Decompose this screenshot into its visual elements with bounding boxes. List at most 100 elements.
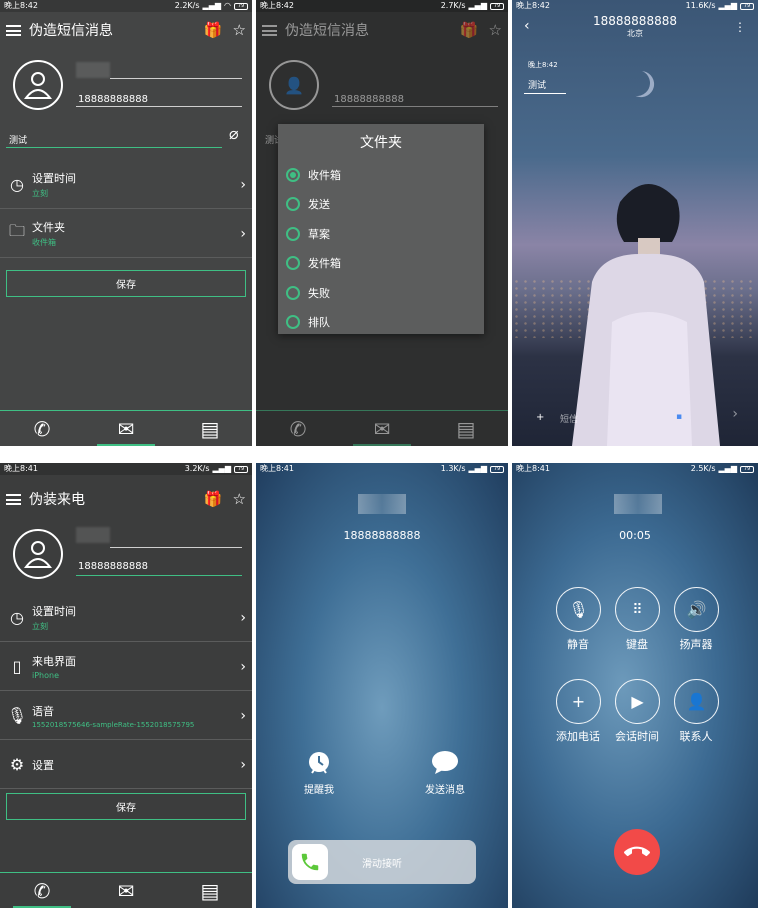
battery-icon: 79 [740, 2, 754, 10]
option-inbox[interactable]: 收件箱 [278, 160, 484, 190]
tab-phone: ✆ [256, 411, 340, 446]
option-outbox[interactable]: 发件箱 [278, 249, 484, 279]
phone-icon [301, 853, 319, 871]
option-label: 失败 [308, 286, 330, 300]
page-title: 伪装来电 [29, 492, 85, 508]
row-voice[interactable]: 🎙 语音 1552018575646-sampleRate-15520185757… [0, 692, 252, 740]
attachment-icon[interactable]: ⌀ [229, 124, 239, 143]
status-time: 晚上8:41 [516, 464, 550, 473]
status-bar: 晚上8:42 11.6K/s ▂▄▆ 79 [512, 0, 758, 12]
keypad-button[interactable]: ⠿ [615, 587, 660, 632]
option-queued[interactable]: 排队 [278, 308, 484, 338]
chevron-right-icon: › [240, 707, 246, 724]
sms-input[interactable]: 短信 [560, 412, 578, 425]
net-speed: 1.3K/s [440, 464, 466, 473]
row-set-time[interactable]: ◷ 设置时间 立刻 › [0, 161, 252, 209]
status-bar: 晚上8:42 2.2K/s ▂▄▆ ◠ 79 [0, 0, 252, 12]
sms-thread-screen: 晚上8:42 11.6K/s ▂▄▆ 79 ‹ ⋮ 18888888888 北京 晚… [512, 0, 758, 446]
send-icon[interactable]: › [732, 406, 738, 422]
contacts-button[interactable]: 👤 [674, 679, 719, 724]
dialog-title: 文件夹 [360, 135, 402, 151]
call-duration: 00:05 [619, 529, 651, 542]
alarm-clock-icon [309, 752, 329, 774]
menu-icon[interactable] [6, 493, 21, 505]
add-call-button[interactable]: + [556, 679, 601, 724]
save-button[interactable]: 保存 [6, 793, 246, 820]
save-button[interactable]: 保存 [6, 270, 246, 297]
row-call-ui[interactable]: ▯ 来电界面 iPhone › [0, 643, 252, 691]
name-field[interactable] [76, 527, 110, 543]
signal-icon: ▂▄▆ [468, 1, 487, 10]
row-set-time[interactable]: ◷ 设置时间 立刻 › [0, 594, 252, 642]
avatar[interactable] [13, 60, 63, 110]
star-icon[interactable]: ☆ [233, 21, 246, 39]
avatar[interactable] [13, 529, 63, 579]
page-title: 伪造短信消息 [285, 23, 369, 39]
caller-name-blurred [358, 494, 406, 514]
status-time: 晚上8:41 [260, 464, 294, 473]
tab-phone[interactable]: ✆ [0, 873, 84, 908]
send-message-label: 发送消息 [425, 785, 465, 796]
radio [286, 226, 300, 241]
folder-dialog: 文件夹 收件箱 发送 草案 发件箱 失败 排队 [278, 124, 484, 334]
add-icon[interactable]: + [536, 412, 544, 423]
contact-city: 北京 [627, 29, 643, 38]
status-bar: 晚上8:41 3.2K/s ▂▄▆ 79 [0, 463, 252, 475]
tab-sms: ✉ [340, 411, 424, 446]
battery-icon: 79 [490, 465, 504, 473]
tab-notes[interactable]: ▤ [168, 873, 252, 908]
caller-number: 18888888888 [343, 529, 421, 542]
status-time: 晚上8:42 [260, 1, 294, 10]
row-label: 文件夹 [32, 221, 65, 234]
send-message-button[interactable]: 发送消息 [410, 749, 480, 796]
star-icon[interactable]: ☆ [233, 490, 246, 508]
person-icon [24, 541, 52, 568]
fake-call-setup-screen: 晚上8:41 3.2K/s ▂▄▆ 79 伪装来电 🎁 ☆ 18888888888 … [0, 463, 252, 908]
row-sub: 立刻 [32, 622, 48, 631]
slide-to-answer[interactable]: 滑动接听 [288, 840, 476, 884]
message-underline [6, 147, 222, 148]
menu-icon[interactable] [262, 24, 277, 36]
speaker-icon: 🔊 [686, 600, 707, 619]
chevron-right-icon: › [240, 176, 246, 193]
gift-icon[interactable]: 🎁 [204, 490, 223, 508]
message-input[interactable]: 测试 [9, 133, 27, 146]
signal-icon: ▂▄▆ [212, 464, 231, 473]
message-bubble[interactable]: 测试 [524, 76, 566, 94]
tab-sms[interactable]: ✉ [84, 873, 168, 908]
mail-icon: ✉ [373, 416, 391, 441]
row-sub: 立刻 [32, 189, 48, 198]
option-sent[interactable]: 发送 [278, 190, 484, 220]
phone-icon: ✆ [33, 878, 51, 903]
tab-sms[interactable]: ✉ [84, 411, 168, 446]
row-folder[interactable]: 🗀 文件夹 收件箱 › [0, 210, 252, 258]
menu-icon[interactable] [6, 24, 21, 36]
option-label: 发送 [308, 198, 330, 212]
mail-icon: ✉ [117, 878, 135, 903]
name-underline [110, 78, 242, 79]
speaker-button[interactable]: 🔊 [674, 587, 719, 632]
clock-icon: ◷ [10, 608, 24, 627]
phone-underline [76, 106, 242, 107]
answer-knob[interactable] [292, 844, 328, 880]
phone-input[interactable]: 18888888888 [78, 94, 148, 105]
tab-notes[interactable]: ▤ [168, 411, 252, 446]
option-failed[interactable]: 失败 [278, 278, 484, 308]
mute-button[interactable]: 🎙 [556, 587, 601, 632]
phone-input[interactable]: 18888888888 [78, 561, 148, 572]
option-draft[interactable]: 草案 [278, 219, 484, 249]
tab-phone[interactable]: ✆ [0, 411, 84, 446]
star-icon[interactable]: ☆ [489, 21, 502, 39]
row-settings[interactable]: ⚙ 设置 › [0, 741, 252, 789]
gift-icon[interactable]: 🎁 [204, 21, 223, 39]
video-button[interactable]: ▶ [615, 679, 660, 724]
hang-up-icon [624, 846, 650, 857]
gift-icon[interactable]: 🎁 [460, 21, 479, 39]
phone-underline [332, 106, 498, 107]
person-icon [24, 72, 52, 99]
name-field[interactable] [76, 62, 110, 78]
hang-up-button[interactable] [614, 829, 660, 875]
chevron-right-icon: › [240, 225, 246, 242]
remind-me-label: 提醒我 [304, 785, 334, 796]
remind-me-button[interactable]: 提醒我 [284, 749, 354, 796]
